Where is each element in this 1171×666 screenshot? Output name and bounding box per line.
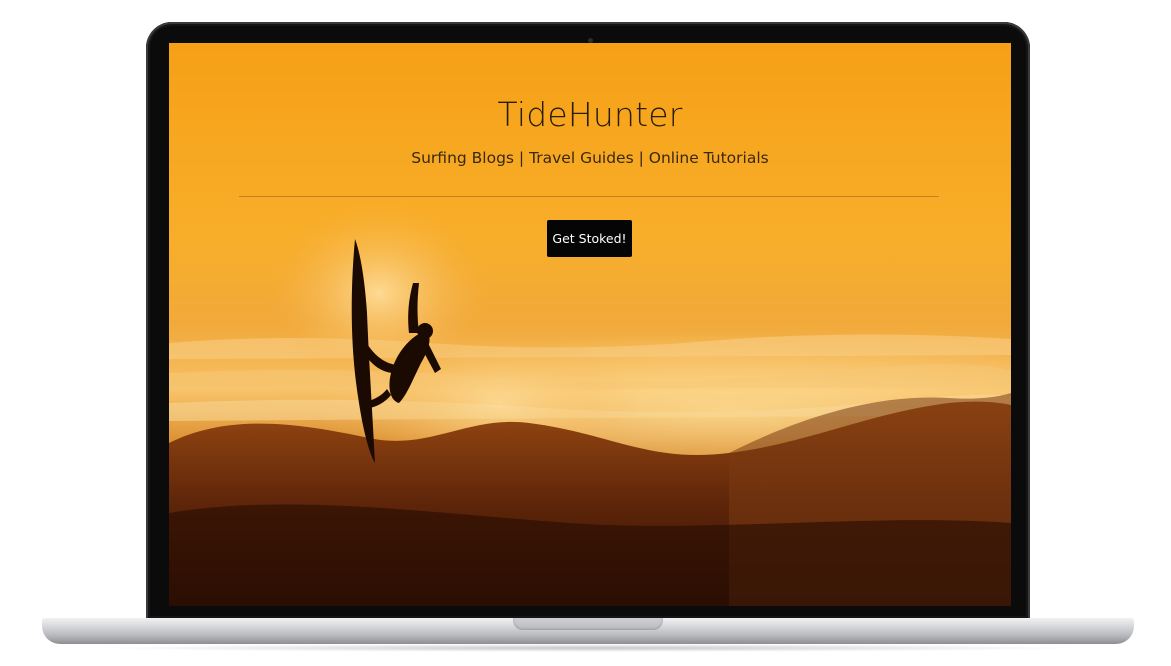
device-mockup-stage: TideHunter Surfing Blogs | Travel Guides…	[0, 0, 1171, 666]
laptop-base-shadow	[90, 644, 1086, 652]
hero-divider	[239, 196, 939, 197]
site-tagline: Surfing Blogs | Travel Guides | Online T…	[411, 149, 769, 167]
get-stoked-button[interactable]: Get Stoked!	[547, 220, 632, 257]
site-title: TideHunter	[497, 95, 683, 134]
laptop-opening-notch	[513, 618, 663, 630]
laptop-screen: TideHunter Surfing Blogs | Travel Guides…	[169, 43, 1011, 606]
